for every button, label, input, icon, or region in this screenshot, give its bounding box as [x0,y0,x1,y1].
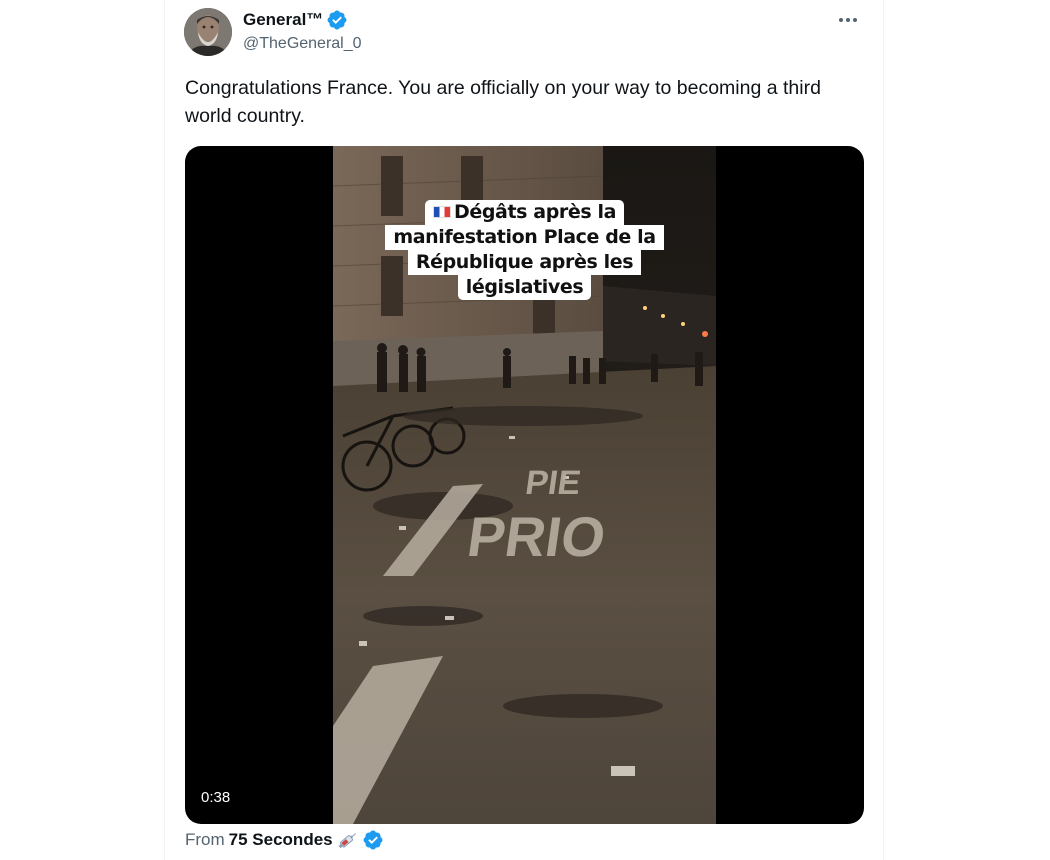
street-marking-text-1: PIE [523,464,583,502]
author-avatar[interactable] [184,8,232,56]
caption-line-4: législatives [457,275,592,300]
author-name-row[interactable]: General™ [243,9,347,31]
media-source-attribution: From 75 Secondes [185,830,383,850]
source-account-link[interactable]: 75 Secondes [229,830,333,850]
caption-line-3: République après les [407,250,642,275]
video-caption: Dégâts après la manifestation Place de l… [333,200,716,300]
more-options-icon [839,18,857,22]
profile-photo-icon [184,8,232,56]
verified-badge-icon [327,10,347,30]
video-player[interactable]: PIE PRIO Dégâts après la manifestation P… [185,146,864,824]
video-duration: 0:38 [201,789,231,806]
from-label: From [185,830,225,849]
author-handle[interactable]: @TheGeneral_0 [243,35,362,53]
video-frame[interactable]: PIE PRIO Dégâts après la manifestation P… [333,146,716,824]
syringe-icon [338,833,356,849]
tweet-text: Congratulations France. You are official… [185,77,821,127]
caption-line-1: Dégâts après la [424,200,625,225]
tweet-card: General™ @TheGeneral_0 Congratulations F… [164,0,884,860]
source-verified-badge-icon [363,830,383,850]
caption-line-2: manifestation Place de la [385,225,664,250]
more-options-button[interactable] [833,8,863,32]
street-marking-text-2: PRIO [464,505,610,568]
france-flag-icon [432,206,451,218]
author-display-name[interactable]: General™ [243,10,323,30]
caption-text-1: Dégâts après la [453,201,617,223]
